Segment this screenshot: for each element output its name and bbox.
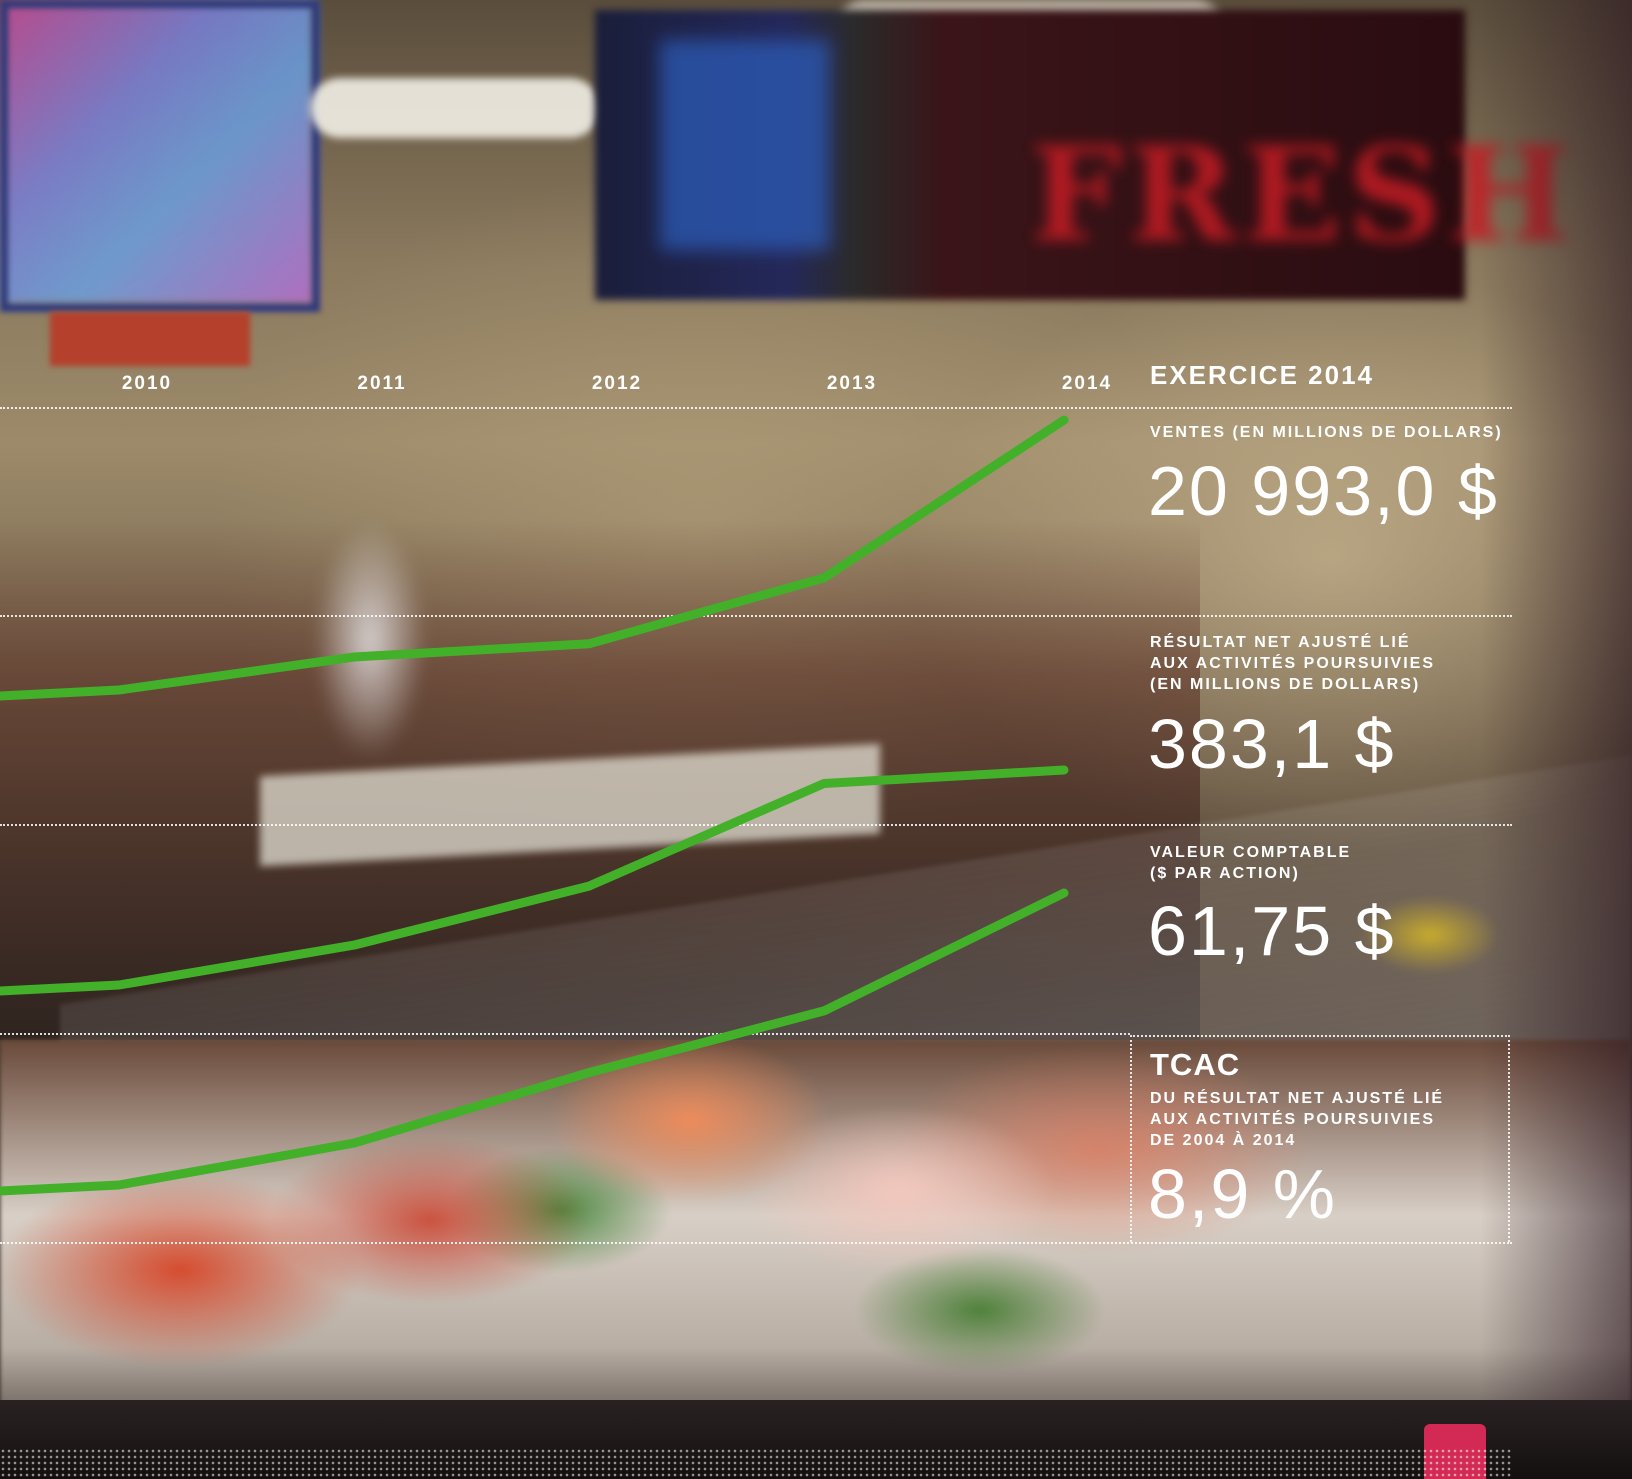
cagr-value: 8,9 % bbox=[1148, 1155, 1337, 1233]
net-income-line bbox=[0, 765, 1069, 996]
book-value-label: VALEUR COMPTABLE ($ PAR ACTION) bbox=[1150, 844, 1352, 882]
net-income-label: RÉSULTAT NET AJUSTÉ LIÉ AUX ACTIVITÉS PO… bbox=[1150, 634, 1435, 693]
cagr-label: DU RÉSULTAT NET AJUSTÉ LIÉ AUX ACTIVITÉS… bbox=[1150, 1090, 1445, 1149]
net-income-value: 383,1 $ bbox=[1148, 705, 1396, 783]
sales-label: VENTES (EN MILLIONS DE DOLLARS) bbox=[1150, 424, 1503, 441]
book-value-line bbox=[0, 888, 1069, 1196]
book-value-value: 61,75 $ bbox=[1148, 892, 1396, 970]
sales-line bbox=[0, 415, 1069, 701]
cagr-heading: TCAC bbox=[1150, 1047, 1241, 1082]
panel-heading: EXERCICE 2014 bbox=[1150, 360, 1374, 390]
sales-value: 20 993,0 $ bbox=[1148, 452, 1499, 530]
